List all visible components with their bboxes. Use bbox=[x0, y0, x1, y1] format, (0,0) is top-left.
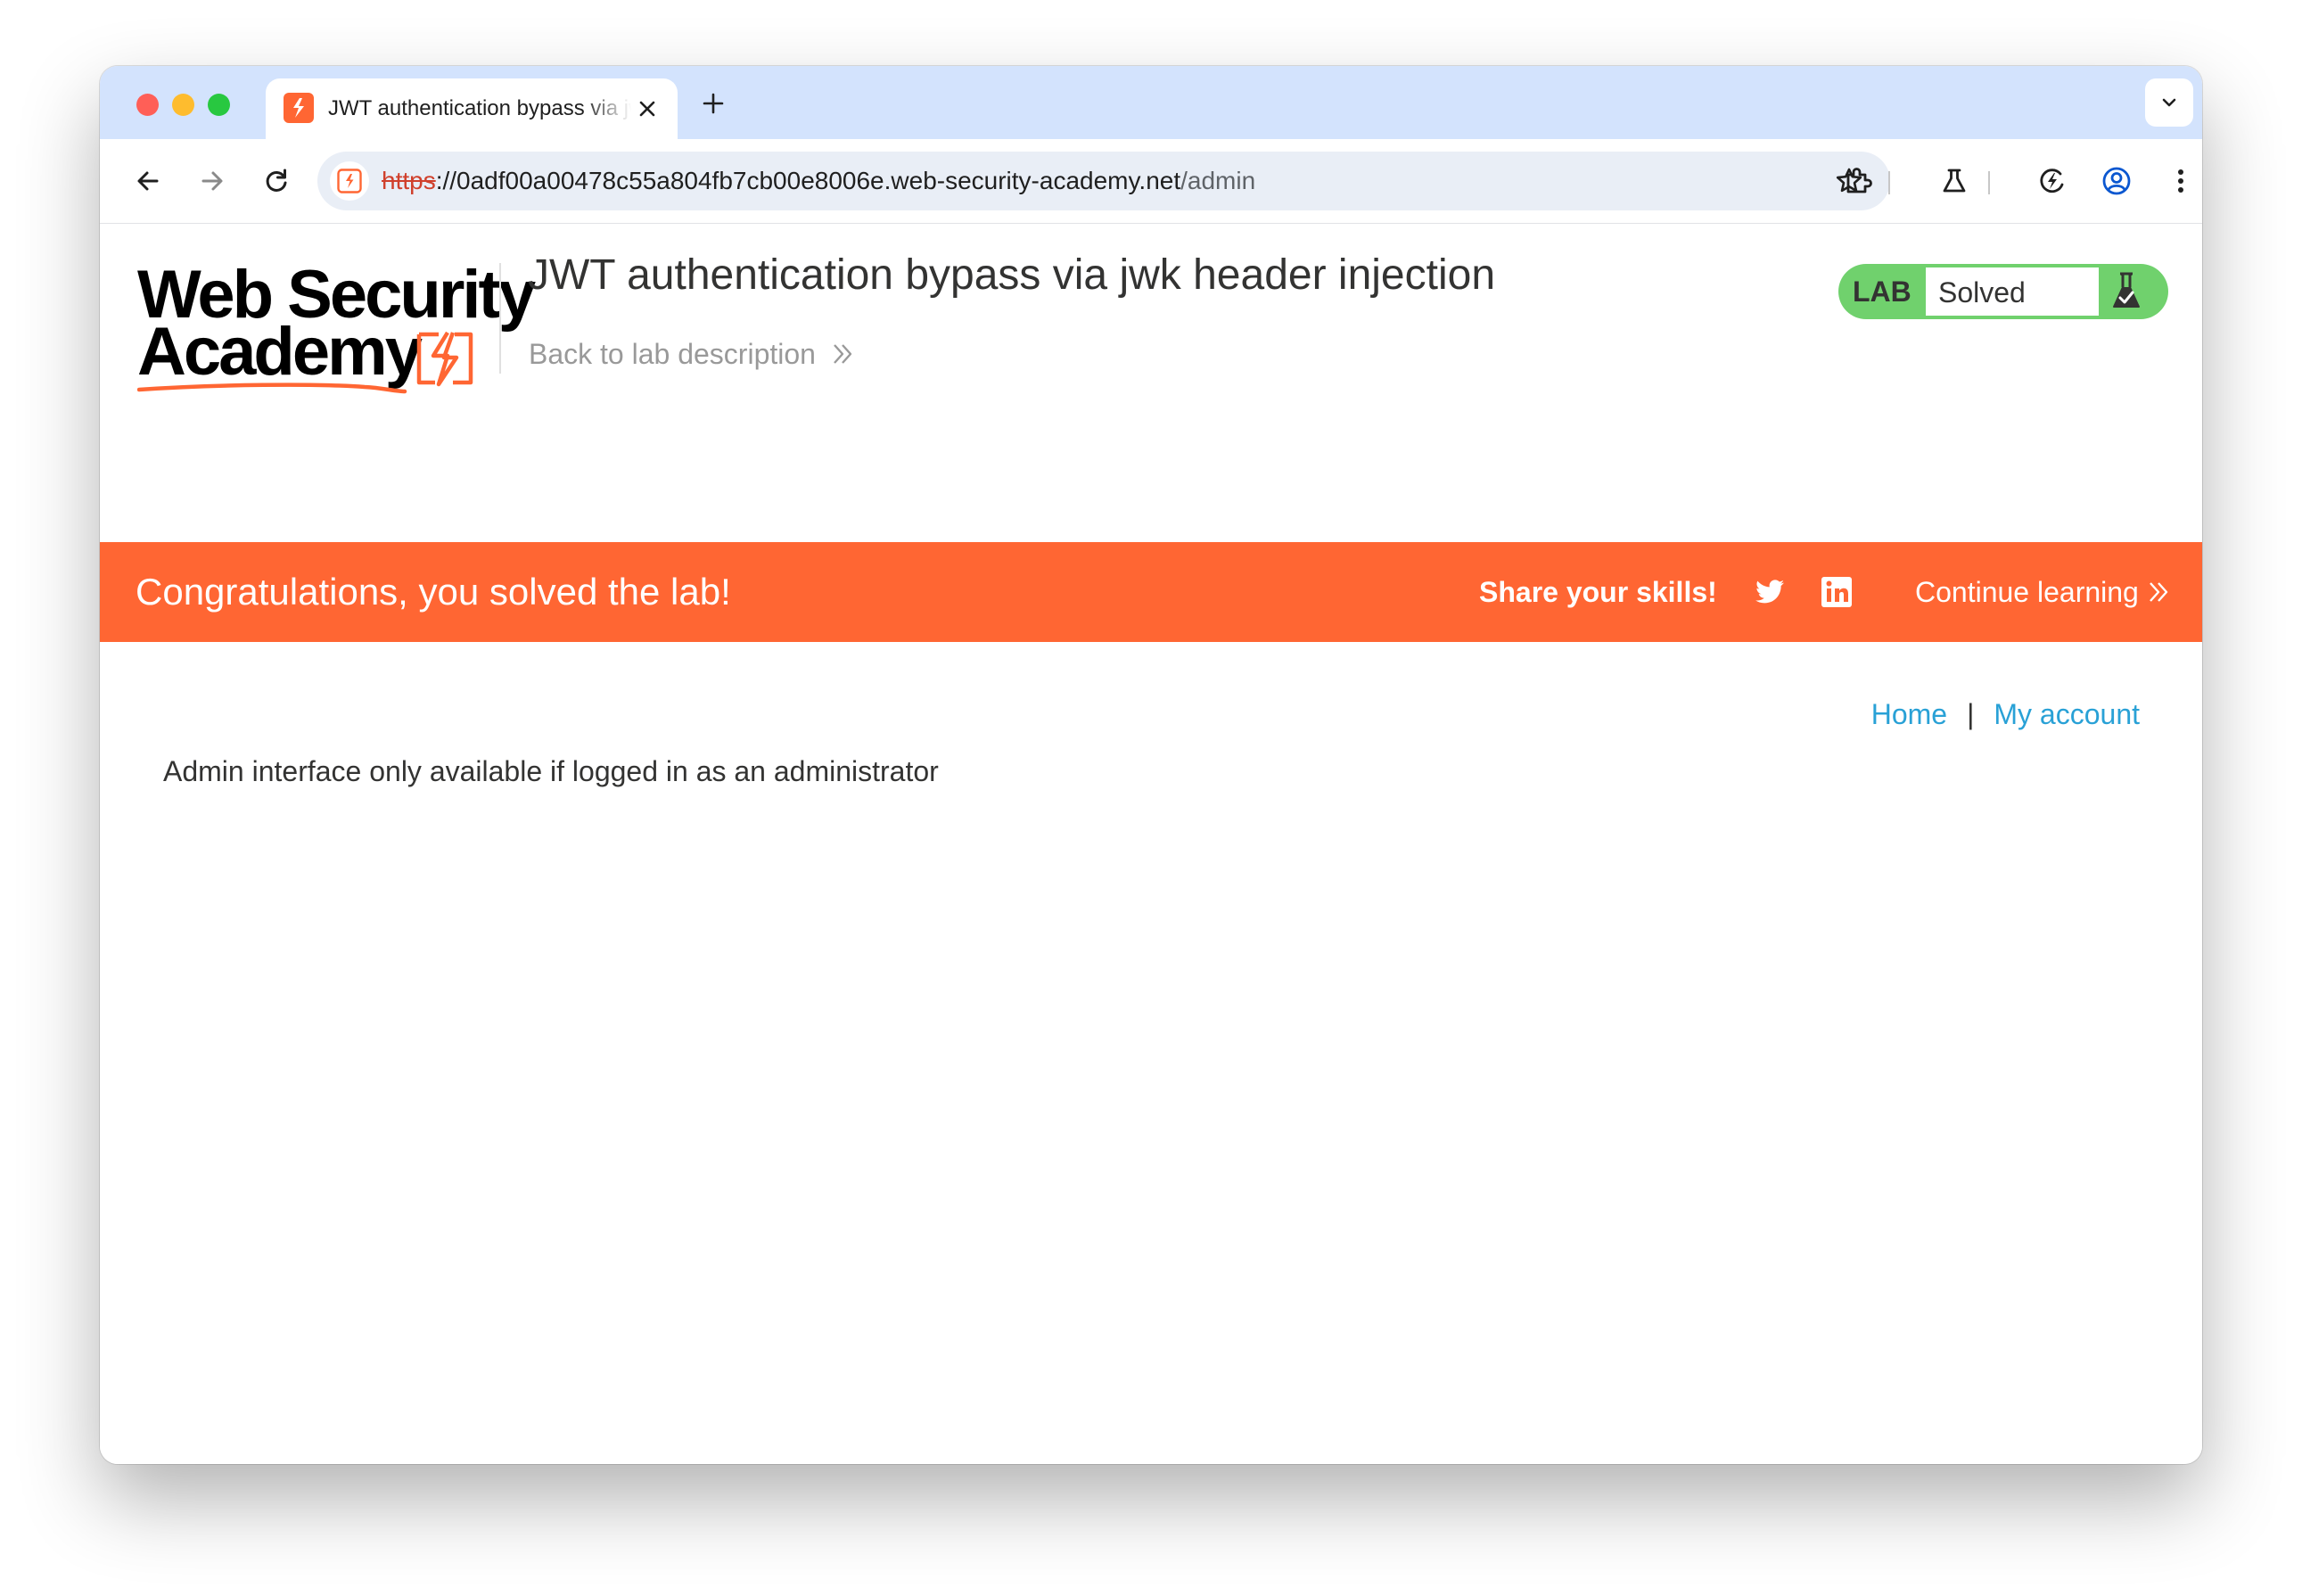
tab-title: JWT authentication bypass via jwk header… bbox=[328, 96, 631, 120]
forward-icon bbox=[201, 171, 223, 191]
tab-close-icon[interactable] bbox=[635, 96, 660, 121]
lab-badge-label: LAB bbox=[1853, 276, 1911, 308]
url-host: ://0adf00a00478c55a804fb7cb00e8006e.web-… bbox=[435, 167, 1181, 194]
extensions-button[interactable] bbox=[1840, 163, 1876, 199]
extensions-icon bbox=[1846, 168, 1872, 193]
header-divider bbox=[499, 263, 501, 374]
zoom-window-button[interactable] bbox=[208, 94, 230, 116]
web-security-academy-logo[interactable]: Web Security Academy bbox=[137, 259, 536, 394]
toolbar-separator bbox=[1888, 171, 1890, 194]
logo-underline-icon bbox=[137, 383, 407, 394]
toolbar-separator bbox=[1988, 171, 1990, 194]
logo-line2: Academy bbox=[137, 314, 423, 390]
profile-icon bbox=[2102, 167, 2131, 195]
top-nav: Home | My account bbox=[1871, 696, 2140, 732]
chevron-down-icon bbox=[2162, 98, 2176, 107]
admin-message: Admin interface only available if logged… bbox=[163, 755, 939, 787]
tab-strip: JWT authentication bypass via jwk header… bbox=[100, 66, 2202, 139]
performance-icon bbox=[2040, 169, 2064, 193]
url-text[interactable]: https://0adf00a00478c55a804fb7cb00e8006e… bbox=[382, 166, 1255, 196]
double-chevron-right-icon bbox=[834, 344, 852, 364]
labs-flask-icon bbox=[1943, 169, 1966, 193]
congratulations-message: Congratulations, you solved the lab! bbox=[136, 571, 731, 613]
menu-icon bbox=[2178, 169, 2183, 193]
back-to-lab-link[interactable]: Back to lab description bbox=[529, 336, 855, 372]
linkedin-icon[interactable] bbox=[1819, 574, 1854, 610]
tab-active[interactable]: JWT authentication bypass via jwk header… bbox=[266, 78, 678, 139]
lab-status-text: Solved bbox=[1938, 276, 2026, 309]
back-icon bbox=[137, 171, 159, 191]
forward-button[interactable] bbox=[194, 163, 230, 199]
browser-window: JWT authentication bypass via jwk header… bbox=[100, 66, 2202, 1464]
url-path: /admin bbox=[1180, 167, 1256, 194]
address-bar[interactable]: https://0adf00a00478c55a804fb7cb00e8006e… bbox=[317, 152, 1890, 210]
tab-search-button[interactable] bbox=[2145, 78, 2193, 127]
favicon-icon bbox=[284, 93, 314, 123]
continue-learning-label: Continue learning bbox=[1915, 576, 2139, 608]
site-info-icon bbox=[337, 169, 362, 193]
labs-button[interactable] bbox=[1936, 163, 1972, 199]
twitter-icon[interactable] bbox=[1752, 574, 1788, 610]
page-content: Web Security Academy JWT authentication … bbox=[100, 224, 2202, 1464]
back-to-lab-label: Back to lab description bbox=[529, 338, 816, 370]
my-account-link[interactable]: My account bbox=[1994, 696, 2140, 732]
new-tab-icon[interactable] bbox=[699, 89, 728, 118]
continue-learning-link[interactable]: Continue learning bbox=[1915, 574, 2171, 610]
site-info-button[interactable] bbox=[330, 161, 369, 201]
lab-status-badge[interactable]: LAB Solved bbox=[1838, 264, 2168, 319]
url-scheme: https bbox=[382, 167, 436, 194]
double-chevron-right-icon bbox=[2149, 582, 2168, 602]
reload-icon bbox=[266, 169, 287, 192]
reload-button[interactable] bbox=[259, 163, 294, 199]
performance-button[interactable] bbox=[2035, 163, 2070, 199]
share-skills-label: Share your skills! bbox=[1479, 576, 1717, 608]
menu-button[interactable] bbox=[2163, 163, 2199, 199]
nav-separator: | bbox=[1967, 698, 1975, 730]
close-window-button[interactable] bbox=[136, 94, 159, 116]
flask-icon bbox=[2113, 272, 2140, 308]
back-button[interactable] bbox=[130, 163, 166, 199]
home-link[interactable]: Home bbox=[1871, 696, 1947, 732]
lab-status-box: Solved bbox=[1926, 267, 2099, 316]
logo-bolt-icon bbox=[416, 331, 473, 387]
congratulations-banner: Congratulations, you solved the lab! Sha… bbox=[100, 542, 2202, 642]
lab-title: JWT authentication bypass via jwk header… bbox=[528, 251, 1496, 299]
minimize-window-button[interactable] bbox=[172, 94, 194, 116]
browser-toolbar: https://0adf00a00478c55a804fb7cb00e8006e… bbox=[100, 139, 2202, 224]
profile-button[interactable] bbox=[2099, 163, 2134, 199]
